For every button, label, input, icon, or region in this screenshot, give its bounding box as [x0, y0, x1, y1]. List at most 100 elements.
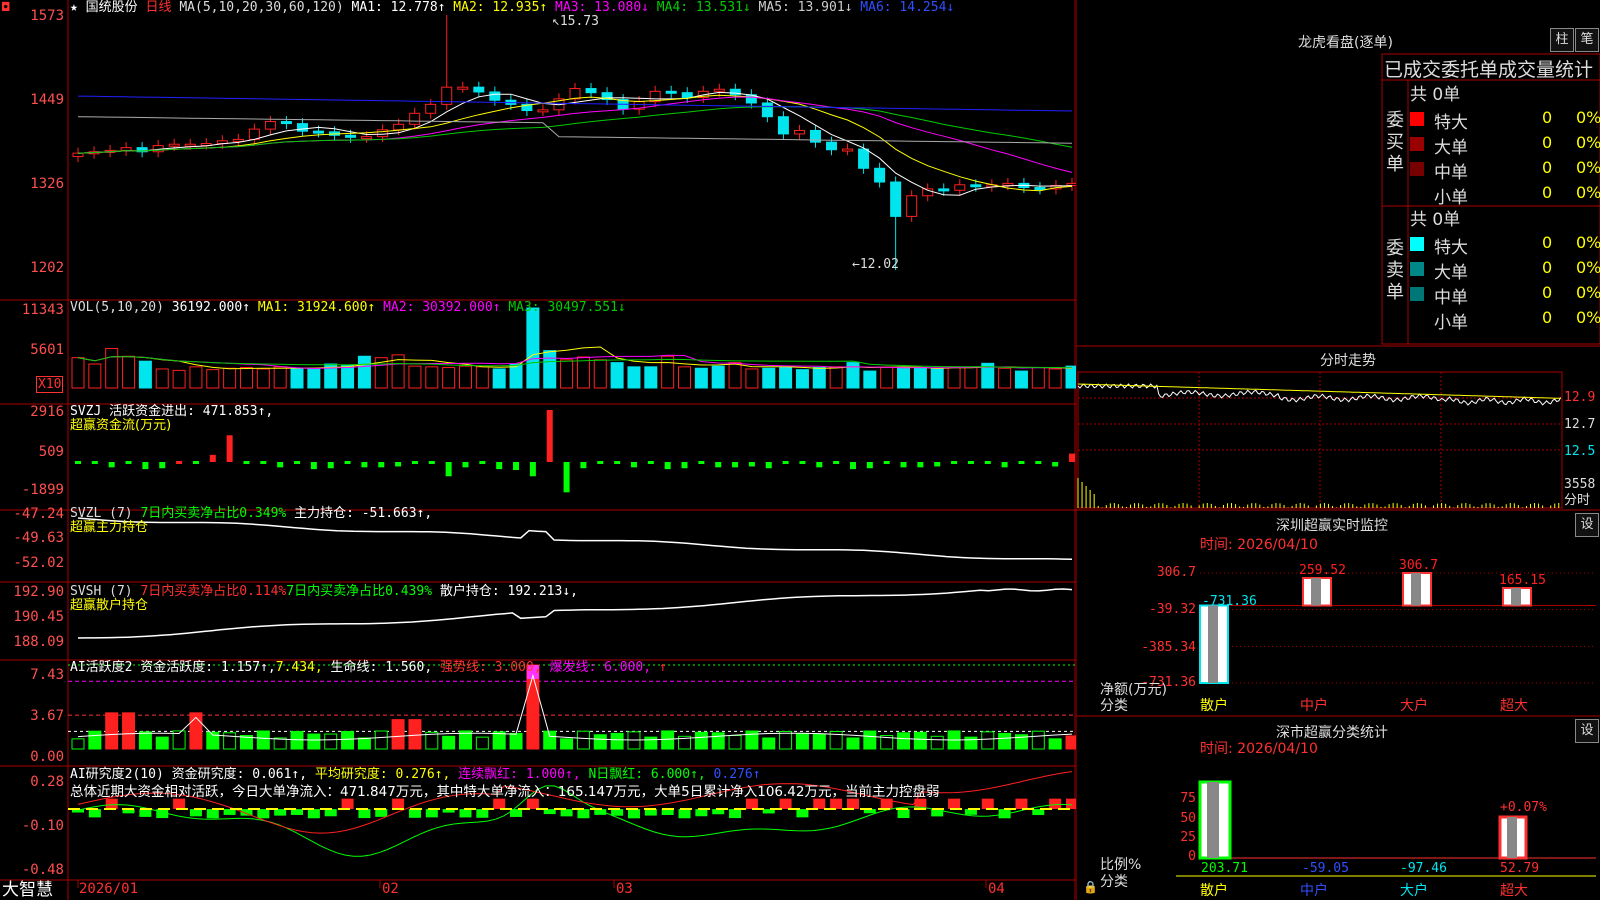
- stock-name[interactable]: 国统股份: [86, 0, 138, 15]
- volume-bar: [223, 367, 237, 389]
- active-bar: [71, 738, 85, 750]
- flow-bar: [125, 461, 132, 464]
- active-bar: [897, 732, 911, 750]
- period-label[interactable]: 日线: [146, 0, 172, 15]
- ai-summary: 总体近期大资金相对活跃，今日大单净流入：471.847万元，其中特大单净流入：1…: [70, 784, 940, 800]
- active-bar: [930, 735, 944, 750]
- monitor-axis-1: 306.7: [1156, 565, 1196, 580]
- flow-bar: [900, 462, 907, 468]
- star-icon[interactable]: ★: [70, 0, 78, 15]
- axis-label-svzj-2: 509: [38, 444, 64, 460]
- flow-bar: [546, 410, 553, 462]
- intraday-axis-3: 12.5: [1564, 444, 1596, 459]
- ma1-value: MA1: 12.778↑: [351, 0, 446, 15]
- monitor-ylabel: 净额(万元): [1100, 682, 1167, 698]
- volume-bar: [408, 365, 422, 389]
- flow-bar: [664, 462, 671, 470]
- active-bar: [846, 737, 860, 750]
- intraday-vol-unit: 分时: [1564, 493, 1591, 508]
- flow-bar: [630, 462, 637, 468]
- flow-bar: [294, 461, 301, 464]
- flow-bar: [816, 462, 823, 468]
- volume-bar: [897, 366, 911, 389]
- volume-bar: [644, 366, 658, 389]
- swatch: [1410, 262, 1424, 276]
- research-bar: [139, 809, 152, 817]
- research-bar: [88, 809, 101, 818]
- monitor-axis-3: -385.34: [1141, 640, 1196, 655]
- candle-body: [425, 103, 437, 114]
- flow-bar: [327, 462, 334, 469]
- flow-bar: [226, 435, 233, 462]
- monitor-axis-2: -39.32: [1149, 602, 1196, 617]
- svzl-line: [77, 517, 1073, 561]
- buy-row-xl: 特大 0 0%: [1410, 108, 1600, 133]
- research-bar: [779, 798, 792, 810]
- candle-body: [585, 88, 597, 94]
- classify-settings-button[interactable]: 设: [1575, 719, 1599, 743]
- research-bar: [425, 809, 438, 818]
- classify-bar-shade: [1207, 782, 1219, 858]
- volume-bar: [576, 356, 590, 389]
- active-bar: [779, 730, 793, 750]
- research-bar: [678, 809, 691, 819]
- flow-bar: [142, 462, 149, 470]
- axis-label-vol-1: 11343: [21, 302, 64, 318]
- intraday-vol: 3558: [1564, 477, 1596, 492]
- xaxis-label-apr: 04: [988, 881, 1005, 897]
- classify-axis-2: 50: [1180, 811, 1196, 826]
- classify-axis-1: 75: [1180, 791, 1196, 806]
- axis-label-svzl-1: -47.24: [13, 506, 64, 522]
- flow-bar: [866, 462, 873, 469]
- volume-bar: [812, 367, 826, 389]
- volume-bar: [779, 367, 793, 389]
- intraday-avg-line: [1077, 383, 1561, 399]
- volume-bar: [627, 366, 641, 389]
- active-line: [77, 673, 1073, 741]
- svsh-subtitle: 超赢散户持仓: [70, 598, 149, 613]
- intraday-title: 分时走势: [1320, 353, 1376, 369]
- candle-body: [184, 143, 196, 147]
- flow-bar: [951, 461, 958, 464]
- kline-chart[interactable]: [0, 0, 1076, 900]
- svsh-header: SVSH (7) 7日内买卖净占比0.114%7日内买卖净占比0.439% 散户…: [70, 584, 578, 599]
- volume-bar: [694, 367, 708, 389]
- volume-bar: [492, 368, 506, 389]
- monitor-title: 深圳超赢实时监控: [1276, 518, 1388, 534]
- volume-bar: [947, 366, 961, 389]
- bar-mode-button[interactable]: 柱: [1550, 28, 1574, 52]
- monitor-settings-button[interactable]: 设: [1575, 513, 1599, 537]
- flow-bar: [1035, 461, 1042, 464]
- classify-axis-3: 25: [1180, 830, 1196, 845]
- volume-bar: [880, 367, 894, 389]
- research-bar: [981, 798, 994, 810]
- tick-mode-button[interactable]: 笔: [1575, 28, 1599, 52]
- active-bar: [661, 730, 675, 750]
- volume-bar: [964, 367, 978, 389]
- vol-unit-button[interactable]: X10: [36, 376, 64, 393]
- flow-bar: [732, 462, 739, 468]
- candle-body: [569, 88, 581, 100]
- flow-bar: [748, 462, 755, 467]
- candle-body: [361, 136, 373, 140]
- axis-label-svzj-3: -1899: [21, 482, 64, 498]
- ai-active-header: AI活跃度2 资金活跃度: 1.157↑,7.434, 生命线: 1.560, …: [70, 660, 667, 675]
- volume-bar: [189, 366, 203, 389]
- volume-bar: [762, 367, 776, 389]
- axis-label-svsh-2: 190.45: [13, 609, 64, 625]
- longhu-title: 龙虎看盘(逐单): [1298, 35, 1393, 51]
- research-bar: [813, 798, 826, 810]
- axis-label-main-2: 1449: [30, 92, 64, 108]
- candle-body: [280, 121, 292, 125]
- candle-body: [264, 121, 276, 130]
- classify-time: 时间: 2026/04/10: [1200, 741, 1318, 757]
- volume-bar: [256, 368, 270, 389]
- active-bar: [122, 712, 136, 750]
- flow-bar: [934, 462, 941, 467]
- flow-bar: [378, 462, 385, 468]
- flow-bar: [344, 461, 351, 464]
- ma4-value: MA4: 13.531↓: [656, 0, 751, 15]
- monitor-value-label: 306.7: [1399, 558, 1438, 573]
- candle-body: [761, 102, 773, 118]
- high-mark: ↖15.73: [552, 14, 599, 29]
